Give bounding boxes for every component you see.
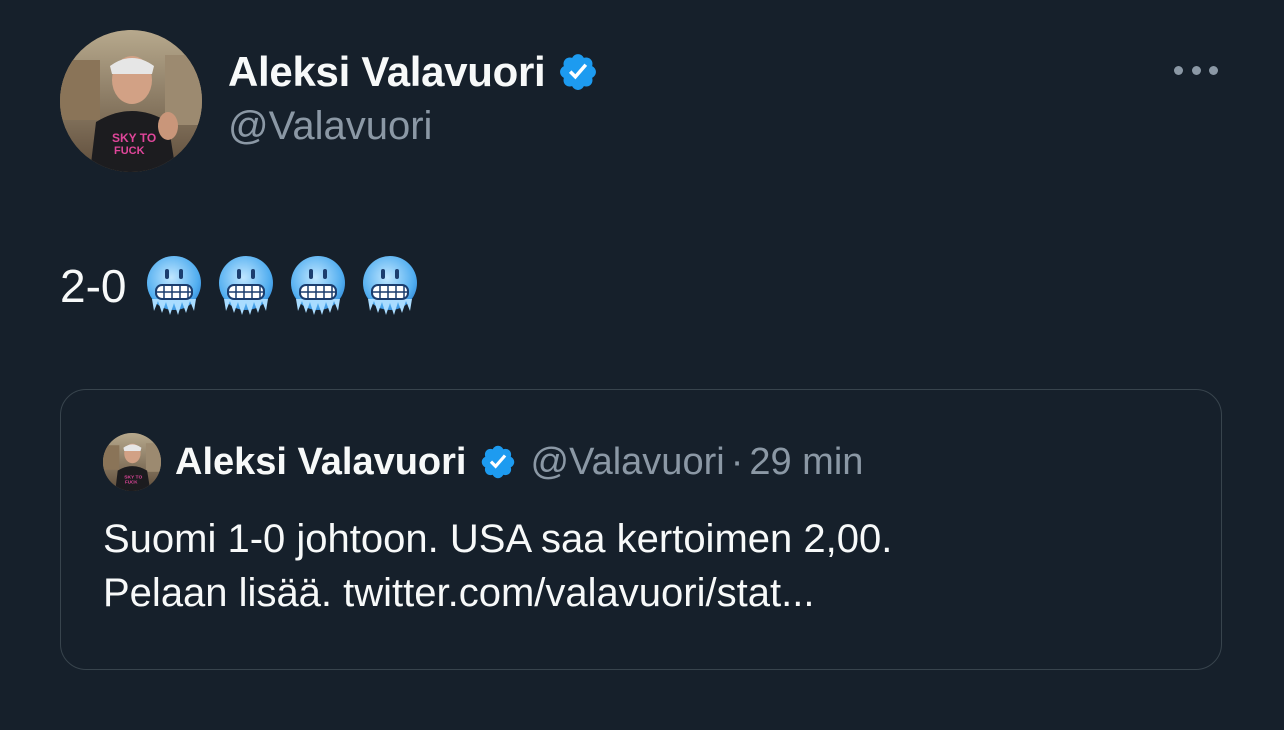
more-horizontal-icon bbox=[1174, 65, 1183, 75]
tweet-text-content: 2-0 bbox=[60, 260, 127, 312]
more-options-button[interactable] bbox=[1174, 58, 1218, 82]
quoted-tweet-timestamp[interactable]: 29 min bbox=[749, 441, 863, 484]
cold-face-emoji-icon bbox=[291, 256, 346, 315]
quoted-tweet-card[interactable]: SKY TO FUCK Aleksi Valavuori @Valavuori … bbox=[60, 389, 1222, 670]
more-dot bbox=[1209, 65, 1218, 75]
cold-face-emoji-icon bbox=[363, 256, 418, 315]
profile-photo-icon: SKY TO FUCK bbox=[60, 30, 202, 172]
dot-separator: · bbox=[730, 440, 744, 483]
quoted-tweet-text-line: Suomi 1-0 johtoon. USA saa kertoimen 2,0… bbox=[103, 517, 893, 561]
quoted-author-display-name[interactable]: Aleksi Valavuori bbox=[175, 441, 467, 484]
cold-face-emoji-icon bbox=[147, 256, 202, 315]
profile-photo-icon: SKY TO FUCK bbox=[103, 433, 161, 491]
author-handle[interactable]: @Valavuori bbox=[228, 104, 599, 149]
verified-badge-icon bbox=[560, 54, 597, 90]
quoted-tweet-header: SKY TO FUCK Aleksi Valavuori @Valavuori … bbox=[103, 432, 863, 492]
author-header: Aleksi Valavuori @Valavuori bbox=[228, 44, 599, 149]
verified-badge-icon bbox=[481, 445, 514, 479]
tweet-text: 2-0 bbox=[60, 254, 432, 318]
svg-text:FUCK: FUCK bbox=[125, 480, 138, 485]
quoted-author-handle[interactable]: @Valavuori bbox=[531, 441, 725, 484]
more-dot bbox=[1191, 65, 1201, 75]
svg-text:SKY TO: SKY TO bbox=[112, 131, 156, 145]
quoted-tweet-text-line: Pelaan lisää. twitter.com/valavuori/stat… bbox=[103, 571, 815, 615]
author-display-name[interactable]: Aleksi Valavuori bbox=[228, 48, 546, 96]
quoted-author-avatar[interactable]: SKY TO FUCK bbox=[103, 433, 161, 491]
author-avatar[interactable]: SKY TO FUCK bbox=[60, 30, 202, 172]
svg-text:FUCK: FUCK bbox=[114, 145, 145, 157]
quoted-tweet-text: Suomi 1-0 johtoon. USA saa kertoimen 2,0… bbox=[103, 512, 1183, 620]
cold-face-emoji-icon bbox=[219, 256, 274, 315]
